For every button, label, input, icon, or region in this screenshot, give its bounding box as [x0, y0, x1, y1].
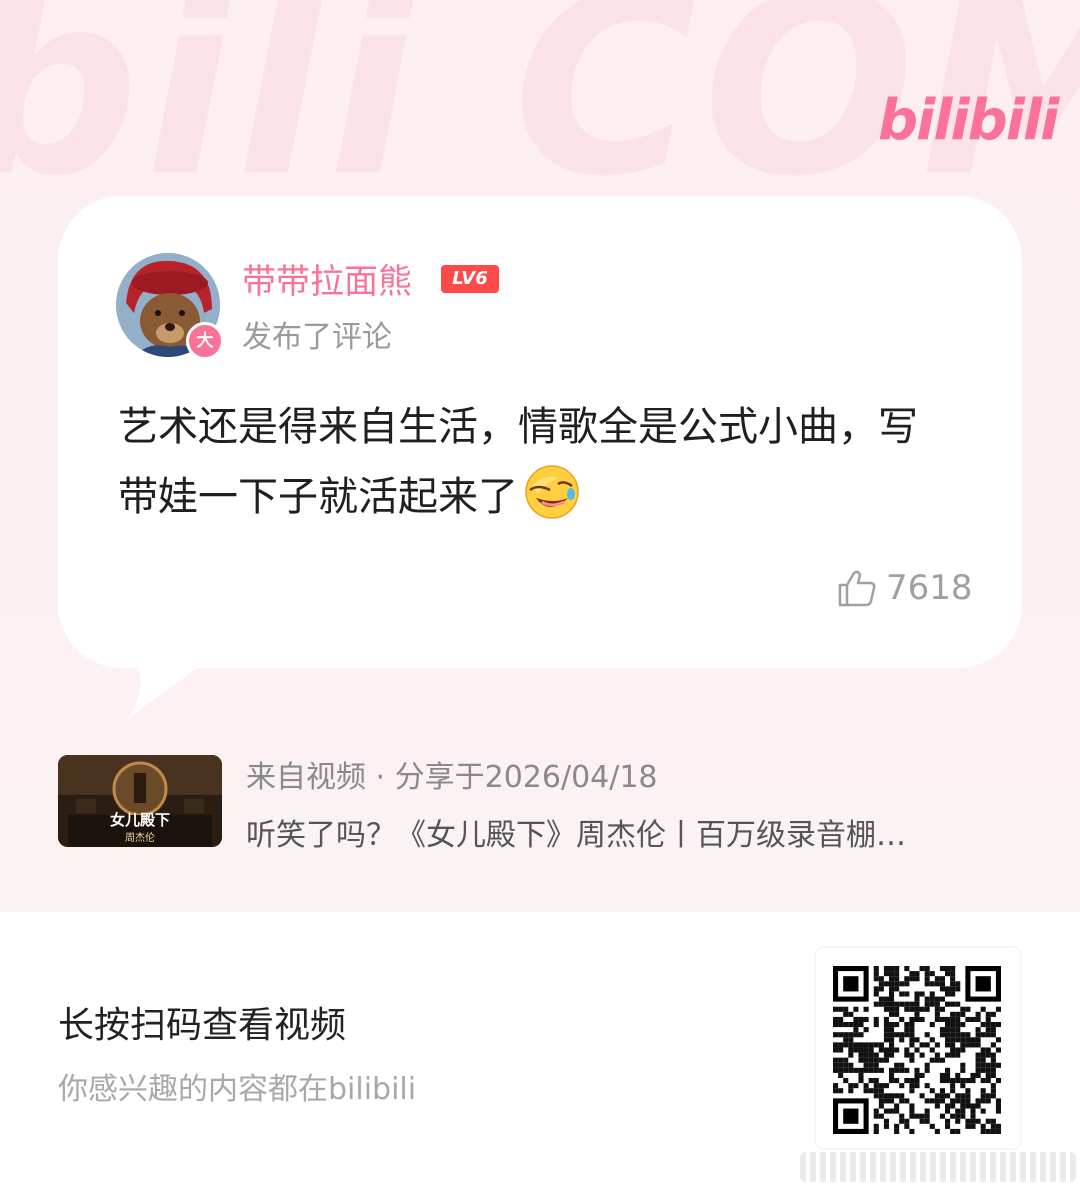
thumbnail-subtitle: 周杰伦 — [125, 833, 155, 844]
verified-badge: 大 — [186, 322, 224, 360]
thumbs-up-icon — [838, 570, 876, 607]
video-title-link[interactable]: 听笑了吗？《女儿殿下》周杰伦丨百万级录音棚… — [246, 810, 906, 854]
comment-text: 艺术还是得来自生活，情歌全是公式小曲，写带娃一下子就活起来了 — [118, 404, 918, 520]
like-count: 7618 — [886, 568, 973, 608]
username[interactable]: 带带拉面熊 — [242, 254, 412, 303]
video-thumbnail[interactable]: 女儿殿下 周杰伦 — [58, 755, 222, 847]
comment-bubble-tail — [128, 660, 208, 718]
video-source-meta: 来自视频 · 分享于2026/04/18 — [246, 760, 658, 795]
scan-prompt-subtitle: 你感兴趣的内容都在bilibili — [58, 1072, 417, 1107]
bilibili-logo: bilibili — [878, 88, 1059, 153]
image-watermark — [800, 1152, 1076, 1182]
qr-code-icon[interactable] — [832, 966, 1002, 1134]
laughing-face-emoji-icon — [525, 465, 579, 519]
comment-action-label: 发布了评论 — [242, 320, 392, 355]
scan-prompt-title: 长按扫码查看视频 — [58, 1005, 347, 1046]
level-badge: LV6 — [441, 265, 499, 293]
thumbnail-title: 女儿殿下 — [109, 811, 170, 829]
like-button[interactable]: 7618 — [836, 566, 973, 610]
comment-text-block: 艺术还是得来自生活，情歌全是公式小曲，写带娃一下子就活起来了 — [118, 392, 928, 532]
